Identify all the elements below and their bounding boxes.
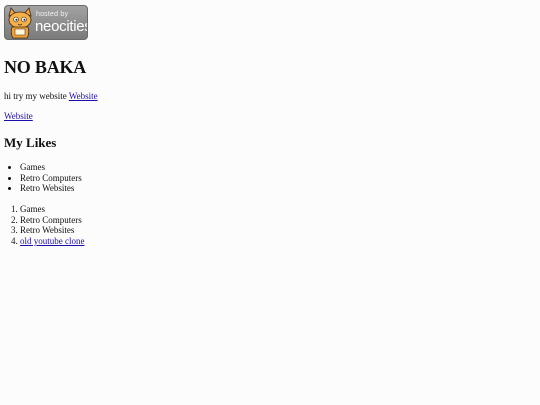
list-item: Games: [20, 162, 82, 173]
page: hosted by neocities NO BAKA hi try my we…: [0, 0, 540, 405]
list-item: Retro Computers: [20, 173, 82, 184]
website-link[interactable]: Website: [4, 111, 33, 121]
website-link-paragraph: Website: [4, 111, 33, 122]
intro-website-link[interactable]: Website: [69, 91, 98, 101]
neocities-badge[interactable]: hosted by neocities: [4, 5, 88, 40]
likes-numbered-list: Games Retro Computers Retro Websites old…: [4, 204, 85, 246]
list-item: old youtube clone: [20, 236, 85, 247]
list-item: Retro Websites: [20, 225, 85, 236]
intro-paragraph: hi try my website Website: [4, 91, 98, 102]
page-title: NO BAKA: [4, 57, 87, 77]
likes-bullet-list: Games Retro Computers Retro Websites: [4, 162, 82, 194]
neocities-cat-logo-icon: [8, 7, 32, 39]
list-item: Games: [20, 204, 85, 215]
badge-brand-text: neocities: [35, 18, 88, 35]
likes-heading: My Likes: [4, 135, 57, 150]
intro-text: hi try my website: [4, 91, 69, 101]
youtube-clone-link[interactable]: old youtube clone: [20, 236, 85, 246]
list-item: Retro Websites: [20, 183, 82, 194]
list-item: Retro Computers: [20, 215, 85, 226]
